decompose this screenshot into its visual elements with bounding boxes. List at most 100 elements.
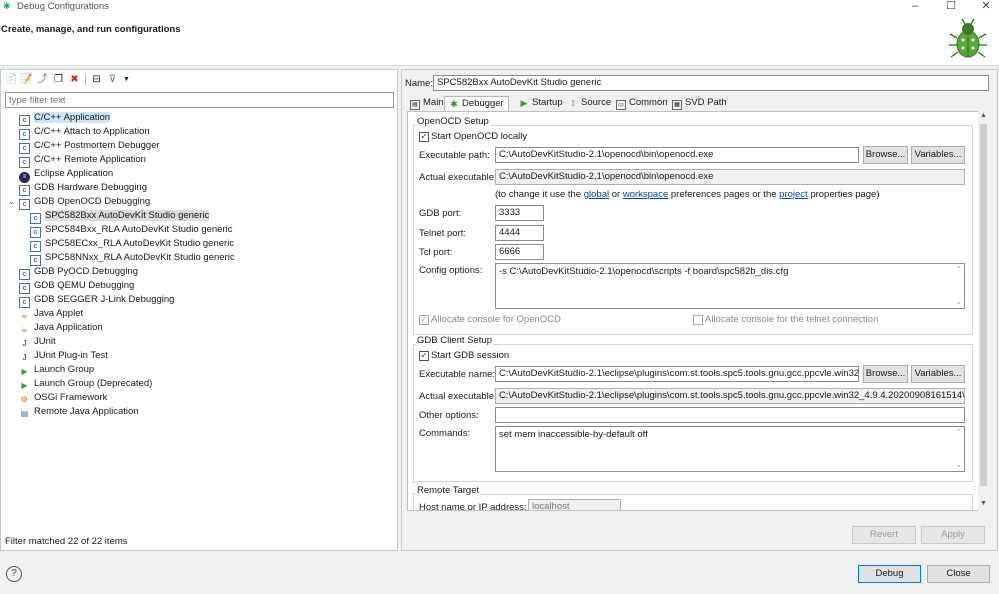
- duplicate-icon[interactable]: ❐: [52, 73, 65, 86]
- toolbar-separator: [85, 74, 86, 85]
- tree-item[interactable]: ☕ Java Applet: [6, 307, 396, 321]
- tree-item[interactable]: c C/C++ Remote Application: [6, 153, 396, 168]
- openocd-executable-field[interactable]: C:\AutoDevKitStudio-2.1\openocd\bin\open…: [495, 147, 859, 163]
- revert-button[interactable]: Revert: [852, 526, 916, 544]
- tree-item-label: Launch Group: [34, 364, 95, 375]
- tree-item[interactable]: c GDB PyOCD Debugging: [6, 265, 396, 280]
- minimize-button[interactable]: –: [905, 0, 925, 13]
- tree-item[interactable]: c GDB SEGGER J-Link Debugging: [6, 293, 396, 308]
- scroll-up-arrow[interactable]: ▲: [980, 112, 987, 119]
- tab-debugger[interactable]: ✱ Debugger: [444, 96, 509, 111]
- variables-button[interactable]: Variables...: [911, 146, 965, 164]
- config-options-textarea[interactable]: -s C:\AutoDevKitStudio-2.1\openocd\scrip…: [495, 263, 965, 309]
- tree-item[interactable]: c C/C++ Postmortem Debugger: [6, 139, 396, 154]
- group-title: Remote Target: [416, 485, 481, 496]
- tab-startup[interactable]: ▶ Startup: [515, 96, 567, 111]
- tab-common[interactable]: ▭ Common: [612, 96, 672, 111]
- allocate-telnet-console-checkbox[interactable]: [693, 315, 703, 325]
- delete-icon[interactable]: ✖: [68, 73, 81, 86]
- new-prototype-icon[interactable]: 📝: [20, 73, 33, 86]
- tree-item[interactable]: ≡ Eclipse Application: [6, 167, 396, 183]
- project-link[interactable]: project: [779, 189, 808, 200]
- commands-textarea[interactable]: set mem inaccessible-by-default off: [495, 426, 965, 472]
- tree-item-label: Java Application: [34, 322, 103, 333]
- tcl-port-field[interactable]: 6666: [495, 244, 544, 260]
- tab-source[interactable]: ⟟ Source: [564, 96, 615, 111]
- telnet-port-field[interactable]: 4444: [495, 225, 544, 241]
- scroll-down-arrow[interactable]: ▼: [980, 500, 987, 507]
- chevron-up-icon[interactable]: ⌃: [956, 428, 962, 436]
- configuration-editor-panel: Name: SPC582Bxx AutoDevKit Studio generi…: [401, 69, 998, 551]
- tree-item-label: JUnit Plug-in Test: [34, 350, 108, 361]
- close-button[interactable]: Close: [927, 565, 990, 583]
- tree-item[interactable]: c GDB Hardware Debugging: [6, 181, 396, 196]
- checkbox-label: Allocate console for the telnet connecti…: [705, 314, 879, 325]
- tree-item-label: OSGi Framework: [34, 392, 108, 403]
- tab-svd-path[interactable]: ▦ SVD Path: [668, 96, 731, 111]
- tree-item[interactable]: J JUnit Plug-in Test: [6, 349, 396, 363]
- gdb-port-field[interactable]: 3333: [495, 205, 544, 221]
- tree-item[interactable]: J JUnit: [6, 335, 396, 349]
- browse-button[interactable]: Browse...: [863, 146, 908, 164]
- workspace-link[interactable]: workspace: [623, 189, 668, 200]
- chevron-up-icon[interactable]: ⌃: [956, 265, 962, 273]
- browse-button[interactable]: Browse...: [863, 365, 908, 383]
- tree-item-label: JUnit: [34, 336, 56, 347]
- configuration-tree: c C/C++ Application c C/C++ Attach to Appl…: [6, 111, 396, 419]
- tree-item-label: SPC584Bxx_RLA AutoDevKit Studio generic: [45, 224, 233, 235]
- chevron-down-icon[interactable]: ⌄: [956, 298, 962, 306]
- tree-item-label: Eclipse Application: [34, 168, 114, 179]
- tree-item-label: SPC582Bxx AutoDevKit Studio generic: [45, 210, 210, 221]
- start-openocd-checkbox[interactable]: ✓: [419, 132, 429, 142]
- group-title: GDB Client Setup: [416, 335, 493, 346]
- close-window-button[interactable]: ✕: [976, 0, 996, 13]
- checkbox-label: Start GDB session: [431, 350, 510, 361]
- tree-item[interactable]: ▶ Launch Group: [6, 363, 396, 377]
- tree-item[interactable]: ▤ Remote Java Application: [6, 405, 396, 419]
- debug-button[interactable]: Debug: [858, 565, 921, 583]
- tree-item[interactable]: c SPC58ECxx_RLA AutoDevKit Studio generic: [6, 237, 396, 252]
- field-label: Actual executable:: [419, 391, 497, 402]
- tree-item-expanded[interactable]: ⌄ c GDB OpenOCD Debugging: [6, 195, 396, 210]
- tree-item[interactable]: c C/C++ Application: [6, 111, 396, 126]
- filter-icon[interactable]: ⊽: [106, 73, 119, 86]
- tree-item[interactable]: c GDB QEMU Debugging: [6, 279, 396, 294]
- help-button[interactable]: ?: [6, 566, 22, 582]
- tree-item[interactable]: ⚙ OSGi Framework: [6, 391, 396, 405]
- tree-item-label: C/C++ Remote Application: [34, 154, 146, 165]
- export-icon[interactable]: ⤴: [36, 73, 49, 86]
- field-label: Executable name:: [419, 369, 496, 380]
- filter-status: Filter matched 22 of 22 items: [5, 536, 128, 547]
- new-configuration-icon[interactable]: 📄: [5, 73, 18, 86]
- tree-item[interactable]: ☕ Java Application: [6, 321, 396, 335]
- host-name-field[interactable]: localhost: [528, 499, 621, 510]
- apply-button[interactable]: Apply: [921, 526, 985, 544]
- variables-button[interactable]: Variables...: [911, 365, 965, 383]
- allocate-openocd-console-checkbox[interactable]: ✓: [419, 315, 429, 325]
- chevron-down-icon[interactable]: ⌄: [8, 195, 19, 209]
- tab-main[interactable]: ▤ Main: [406, 96, 448, 111]
- tree-item[interactable]: ▶ Launch Group (Deprecated): [6, 377, 396, 391]
- scrollbar-thumb[interactable]: [980, 124, 987, 486]
- tree-item[interactable]: c C/C++ Attach to Application: [6, 125, 396, 140]
- chevron-down-icon[interactable]: ⌄: [956, 461, 962, 469]
- gdb-executable-field[interactable]: C:\AutoDevKitStudio-2.1\eclipse\plugins\…: [495, 366, 859, 382]
- filter-input[interactable]: [5, 92, 394, 108]
- tree-item[interactable]: c SPC58NNxx_RLA AutoDevKit Studio generic: [6, 251, 396, 266]
- field-label: Other options:: [419, 410, 479, 421]
- maximize-button[interactable]: ☐: [941, 0, 961, 13]
- tree-item-label: C/C++ Postmortem Debugger: [34, 140, 160, 151]
- field-label: Executable path:: [419, 150, 490, 161]
- tree-item-selected[interactable]: c SPC582Bxx AutoDevKit Studio generic: [6, 209, 396, 224]
- collapse-all-icon[interactable]: ⊟: [90, 73, 103, 86]
- other-options-field[interactable]: [495, 407, 965, 423]
- tree-item[interactable]: c SPC584Bxx_RLA AutoDevKit Studio generic: [6, 223, 396, 238]
- dialog-header: Create, manage, and run configurations: [0, 14, 999, 66]
- vertical-scrollbar[interactable]: ▲ ▼: [978, 111, 989, 511]
- view-menu-icon[interactable]: ▼: [120, 73, 133, 86]
- global-link[interactable]: global: [584, 189, 609, 200]
- start-gdb-session-checkbox[interactable]: ✓: [419, 351, 429, 361]
- configuration-list-panel: 📄 📝 ⤴ ❐ ✖ ⊟ ⊽ ▼ cC/C++ Application cC/C+…: [0, 69, 398, 551]
- title-bar: ✱ Debug Configurations – ☐ ✕: [0, 0, 999, 14]
- name-field[interactable]: SPC582Bxx AutoDevKit Studio generic: [433, 75, 989, 91]
